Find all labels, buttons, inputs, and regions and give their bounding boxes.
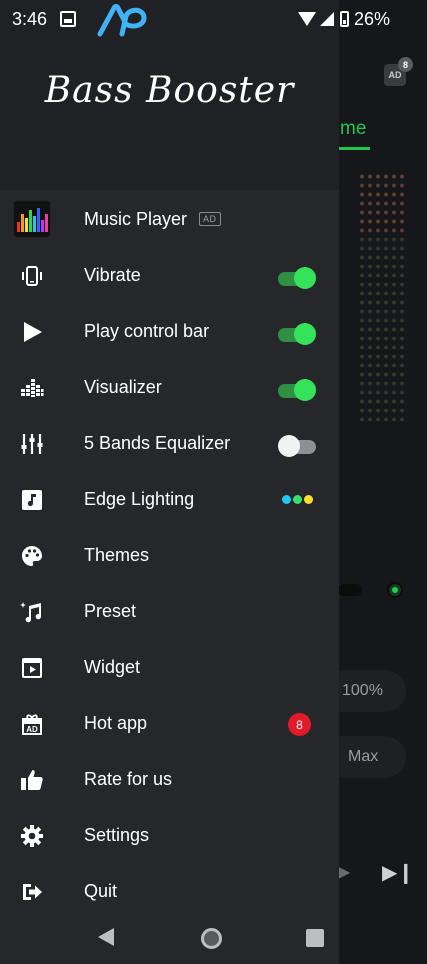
cell-signal-icon xyxy=(320,12,334,26)
menu-item-preset[interactable]: Preset xyxy=(0,584,339,640)
battery-icon xyxy=(340,11,349,27)
visualizer-toggle[interactable] xyxy=(278,378,316,402)
bg-tab-label[interactable]: me xyxy=(340,118,366,140)
system-navigation-bar xyxy=(0,912,339,964)
equalizer-toggle[interactable] xyxy=(278,434,326,458)
ad-count-badge: 8 xyxy=(398,57,413,72)
bg-tab-indicator xyxy=(338,147,370,150)
menu-item-edge-lighting[interactable]: Edge Lighting xyxy=(0,472,339,528)
sliders-icon xyxy=(21,434,43,454)
menu-item-settings[interactable]: Settings xyxy=(0,808,339,864)
menu-item-themes[interactable]: Themes xyxy=(0,528,339,584)
recent-apps-icon[interactable] xyxy=(306,929,324,947)
back-icon[interactable] xyxy=(98,928,114,946)
menu-item-label: Rate for us xyxy=(84,769,173,789)
menu-item-play-control-bar[interactable]: Play control bar xyxy=(0,304,339,360)
bg-status-led xyxy=(387,582,403,598)
menu-item-label: Hot app xyxy=(84,713,148,733)
exit-icon xyxy=(23,884,42,900)
ad-icon[interactable]: AD 8 xyxy=(384,57,413,86)
phone-vibrate-icon xyxy=(22,266,42,286)
music-sparkle-icon xyxy=(20,602,42,623)
menu-item-label: Play control bar xyxy=(84,321,210,341)
menu-item-label: Preset xyxy=(84,601,137,621)
menu-item-label: Vibrate xyxy=(84,265,141,285)
edge-lighting-color-dots xyxy=(282,495,313,505)
menu-item-label: Music Player AD xyxy=(84,209,221,230)
menu-item-label: Quit xyxy=(84,881,118,901)
bg-slider-track[interactable] xyxy=(338,584,362,596)
status-bar: 3:46 26% xyxy=(0,0,427,40)
visualizer-peak-dots xyxy=(358,172,404,232)
menu-item-5-bands-equalizer[interactable]: 5 Bands Equalizer xyxy=(0,416,339,472)
menu-item-visualizer[interactable]: Visualizer xyxy=(0,360,339,416)
menu-item-label: 5 Bands Equalizer xyxy=(84,433,231,453)
ad-tag: AD xyxy=(199,212,221,226)
menu-item-music-player[interactable]: Music Player AD xyxy=(0,192,339,248)
play-icon-bg[interactable]: ▶ xyxy=(338,862,350,882)
play-icon xyxy=(24,322,42,342)
menu-item-hot-app[interactable]: AD Hot app 8 xyxy=(0,696,339,752)
menu-item-label: Widget xyxy=(84,657,141,677)
ap-app-logo xyxy=(97,4,147,37)
wifi-icon xyxy=(298,12,316,26)
menu-item-widget[interactable]: Widget xyxy=(0,640,339,696)
app-brand-logo: Bass Booster xyxy=(44,70,295,111)
menu-item-label: Settings xyxy=(84,825,150,845)
palette-icon xyxy=(22,546,42,566)
skip-next-icon[interactable]: ▶❙ xyxy=(382,860,414,885)
widget-icon xyxy=(22,658,42,678)
gift-ad-icon: AD xyxy=(22,714,42,735)
play-control-bar-toggle[interactable] xyxy=(278,322,316,346)
equalizer-bars-icon xyxy=(21,379,44,397)
menu-item-vibrate[interactable]: Vibrate xyxy=(0,248,339,304)
menu-item-label: Themes xyxy=(84,545,150,565)
thumbs-up-icon xyxy=(21,770,43,790)
svg-text:AD: AD xyxy=(26,725,38,734)
hot-app-count-badge: 8 xyxy=(288,713,311,736)
sim-card-icon xyxy=(60,11,76,27)
navigation-drawer: Bass Booster Music Player AD Vibrate Pla… xyxy=(0,0,339,964)
menu-item-label: Visualizer xyxy=(84,377,162,397)
gear-icon xyxy=(21,825,43,847)
menu-item-rate-for-us[interactable]: Rate for us xyxy=(0,752,339,808)
music-player-app-icon xyxy=(14,201,50,237)
menu-item-label: Edge Lighting xyxy=(84,489,195,509)
home-icon[interactable] xyxy=(201,928,222,949)
music-note-icon xyxy=(22,490,42,510)
clock: 3:46 xyxy=(12,9,48,29)
battery-percentage: 26% xyxy=(354,9,391,29)
vibrate-toggle[interactable] xyxy=(278,266,316,290)
